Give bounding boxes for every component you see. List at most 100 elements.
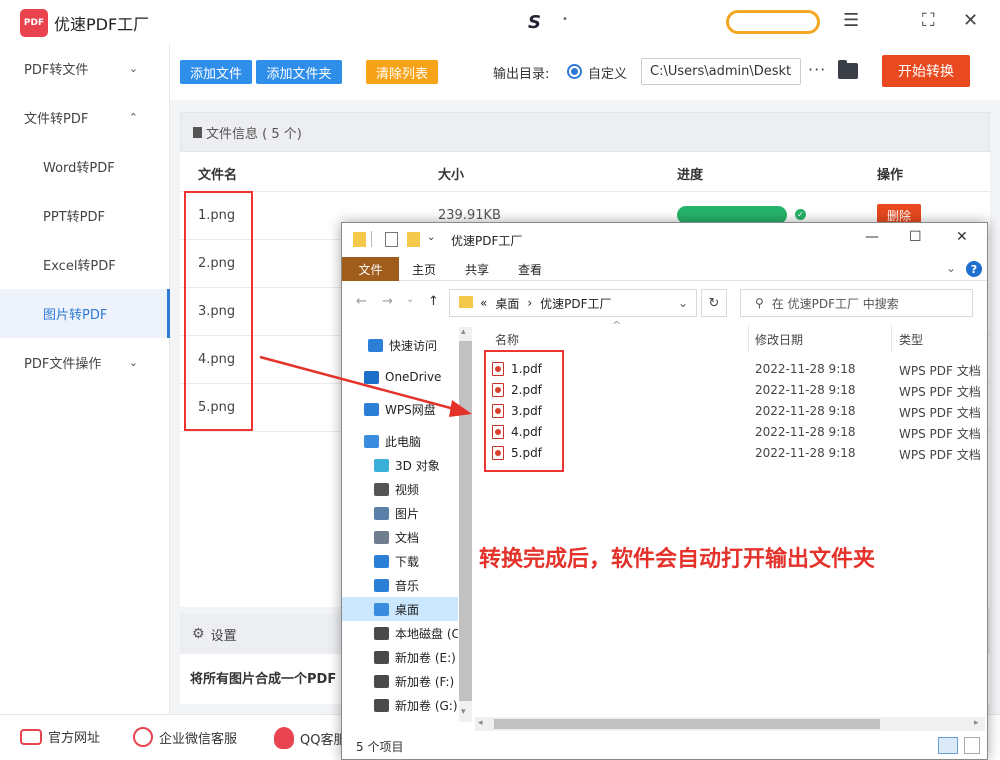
qat-dropdown-icon[interactable]: ⌄ <box>427 232 435 243</box>
scroll-down-icon[interactable]: ▾ <box>461 707 466 717</box>
details-view-icon[interactable] <box>938 737 958 754</box>
nav-pane-item[interactable]: 音乐 <box>342 573 458 597</box>
nav-item-icon <box>374 602 389 616</box>
gear-icon: ⚙ <box>192 626 205 642</box>
nav-pane-item[interactable]: 新加卷 (E:) <box>342 645 458 669</box>
file-type: WPS PDF 文档 <box>899 406 981 420</box>
settings-title: 设置 <box>210 628 237 644</box>
official-website-link[interactable]: 官方网址 <box>20 727 100 746</box>
nav-pane-item[interactable]: 下载 <box>342 549 458 573</box>
document-icon <box>193 126 202 138</box>
nav-pane-item[interactable]: 本地磁盘 (C:) <box>342 621 458 645</box>
sidebar-item-word-to-pdf[interactable]: Word转PDF <box>0 142 170 191</box>
nav-pane-item[interactable]: 快速访问 <box>342 333 458 357</box>
column-name[interactable]: 名称 <box>495 331 519 348</box>
add-folder-button[interactable]: 添加文件夹 <box>256 60 342 84</box>
qq-support-link[interactable]: QQ客服 <box>274 727 346 749</box>
nav-pane-item[interactable]: 新加卷 (G:) <box>342 693 458 717</box>
sidebar-item-ppt-to-pdf[interactable]: PPT转PDF <box>0 191 170 240</box>
nav-pane-item[interactable]: 文档 <box>342 525 458 549</box>
nav-pane-item[interactable]: 此电脑 <box>342 429 458 453</box>
forward-icon[interactable]: → <box>382 294 393 309</box>
back-icon[interactable]: ← <box>356 294 367 309</box>
promo-banner[interactable] <box>726 10 820 34</box>
help-icon[interactable]: ? <box>966 261 982 277</box>
scroll-left-icon[interactable]: ◂ <box>478 718 483 728</box>
open-folder-icon[interactable] <box>838 60 858 79</box>
tab-view[interactable]: 查看 <box>508 257 552 281</box>
search-placeholder: 在 优速PDF工厂 中搜索 <box>771 296 899 311</box>
column-date[interactable]: 修改日期 <box>755 331 803 348</box>
large-icons-view-icon[interactable] <box>964 737 980 754</box>
nav-item-label: OneDrive <box>385 370 442 384</box>
nav-pane-item[interactable]: WPS网盘 <box>342 397 458 421</box>
close-icon[interactable]: ✕ <box>963 10 978 31</box>
output-path-input[interactable] <box>641 58 801 85</box>
custom-dir-radio[interactable] <box>567 64 582 79</box>
nav-pane-item[interactable]: 视频 <box>342 477 458 501</box>
nav-pane-item[interactable]: 桌面 <box>342 597 458 621</box>
tab-home[interactable]: 主页 <box>402 257 446 281</box>
status-item-count: 5 个项目 <box>356 740 404 754</box>
nav-item-icon <box>374 554 389 568</box>
new-folder-icon[interactable] <box>407 232 420 247</box>
up-icon[interactable]: ↑ <box>428 294 439 309</box>
horizontal-scroll-thumb[interactable] <box>494 719 880 729</box>
sidebar-item-label: PDF文件操作 <box>24 357 102 372</box>
breadcrumb-desktop[interactable]: 桌面 <box>495 295 519 312</box>
nav-pane-item[interactable]: 新加卷 (F:) <box>342 669 458 693</box>
address-bar[interactable]: « 桌面 › 优速PDF工厂 ⌄ <box>449 289 697 317</box>
scroll-up-icon[interactable]: ▴ <box>461 327 466 337</box>
file-info-header: 文件信息 ( 5 个) <box>180 112 990 152</box>
merge-option-label[interactable]: 将所有图片合成一个PDF <box>190 668 336 687</box>
recent-dropdown-icon[interactable]: ⌄ <box>406 294 414 305</box>
sidebar-item-pdf-to-file[interactable]: PDF转文件 ⌄ <box>0 44 170 93</box>
sidebar-item-file-to-pdf[interactable]: 文件转PDF ⌃ <box>0 93 170 142</box>
navigation-pane: 快速访问 OneDrive WPS网盘此电脑 3D 对象 视频 图片 文档 下载 音乐 桌面 本地磁… <box>342 323 472 723</box>
sidebar-item-image-to-pdf[interactable]: 图片转PDF <box>0 289 170 338</box>
sidebar-item-excel-to-pdf[interactable]: Excel转PDF <box>0 240 170 289</box>
close-icon[interactable]: ✕ <box>956 229 968 245</box>
tab-file[interactable]: 文件 <box>342 257 399 281</box>
start-convert-button[interactable]: 开始转换 <box>882 55 970 87</box>
breadcrumb-folder[interactable]: 优速PDF工厂 <box>540 295 611 312</box>
nav-pane-item[interactable]: 图片 <box>342 501 458 525</box>
search-input[interactable]: ⚲ 在 优速PDF工厂 中搜索 <box>740 289 973 317</box>
nav-pane-item[interactable]: 3D 对象 <box>342 453 458 477</box>
nav-scroll-thumb[interactable] <box>459 341 472 701</box>
add-file-button[interactable]: 添加文件 <box>180 60 252 84</box>
maximize-icon[interactable]: ⛶ <box>922 10 935 31</box>
address-dropdown-icon[interactable]: ⌄ <box>678 296 688 310</box>
sidebar-item-pdf-operations[interactable]: PDF文件操作 ⌄ <box>0 338 170 387</box>
maximize-icon[interactable]: ☐ <box>909 229 922 245</box>
scroll-right-icon[interactable]: ▸ <box>974 718 979 728</box>
properties-icon[interactable] <box>385 232 398 247</box>
clear-list-button[interactable]: 清除列表 <box>366 60 438 84</box>
app-logo: PDF <box>20 9 48 37</box>
chevron-up-icon: ⌃ <box>128 111 138 124</box>
nav-item-icon <box>364 402 379 416</box>
file-type: WPS PDF 文档 <box>899 427 981 441</box>
column-separator[interactable] <box>891 325 892 351</box>
file-type: WPS PDF 文档 <box>899 364 981 378</box>
ribbon-expand-icon[interactable]: ⌄ <box>946 261 956 275</box>
minimize-icon[interactable]: — <box>865 229 879 245</box>
more-options-icon[interactable]: ··· <box>808 60 826 79</box>
menu-icon[interactable]: ☰ <box>843 10 859 31</box>
column-type[interactable]: 类型 <box>899 331 923 348</box>
custom-dir-label[interactable]: 自定义 <box>588 63 627 82</box>
refresh-button[interactable]: ↻ <box>701 289 727 317</box>
nav-item-icon <box>374 530 389 544</box>
column-separator[interactable] <box>748 325 749 351</box>
sidebar: PDF转文件 ⌄ 文件转PDF ⌃ Word转PDF PPT转PDF Excel… <box>0 44 170 714</box>
website-icon <box>20 728 42 745</box>
chevron-down-icon: ⌄ <box>128 356 138 369</box>
nav-pane-item[interactable]: OneDrive <box>342 365 458 389</box>
file-type: WPS PDF 文档 <box>899 448 981 462</box>
wechat-support-link[interactable]: 企业微信客服 <box>133 727 237 747</box>
tab-share[interactable]: 共享 <box>455 257 499 281</box>
sort-indicator-icon: ^ <box>612 319 622 332</box>
sidebar-item-label: PPT转PDF <box>43 210 105 225</box>
nav-item-label: 快速访问 <box>389 338 438 353</box>
file-explorer-window[interactable]: ⌄ 优速PDF工厂 — ☐ ✕ 文件 主页 共享 查看 ⌄ ? ← → ⌄ ↑ … <box>341 222 988 760</box>
